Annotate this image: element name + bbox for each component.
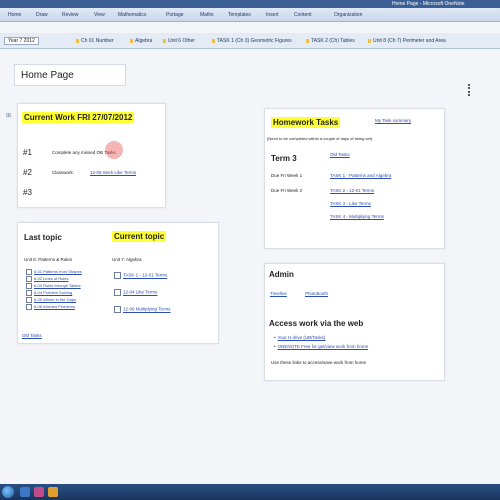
folder-icon[interactable] (48, 487, 58, 497)
old-tasks-link[interactable]: Old Tasks (330, 152, 350, 157)
tab-other[interactable]: Unit 6 Other (163, 37, 195, 45)
current-work-container[interactable]: Current Work FRI 27/07/2012 #1 Complete … (17, 103, 166, 208)
section-tabs-bar: Year 7 2012 Ch 01 Number Algebra Unit 6 … (0, 33, 500, 49)
last-topic-link[interactable]: 6-02 Lines of Rules (26, 276, 68, 282)
homework-task-link[interactable]: TASK 2 - 12-01 Terms (330, 188, 374, 193)
menu-item-mathematics[interactable]: Mathematics (118, 12, 146, 18)
last-topic-heading: Last topic (24, 233, 62, 242)
timeline-link[interactable]: Timeline (270, 291, 287, 296)
last-topic-link[interactable]: 6-05 Whole in the Gaps (26, 297, 76, 303)
due-label: Due Fri Week 2 (271, 188, 303, 193)
menu-item-review[interactable]: Review (62, 12, 78, 18)
tab-tables[interactable]: TASK 2 (Ch) Tables (306, 37, 355, 45)
more-options-icon[interactable] (468, 84, 470, 96)
menu-item-draw[interactable]: Draw (36, 12, 48, 18)
pointer-highlight (105, 141, 123, 159)
current-topic-heading: Current topic (112, 231, 167, 242)
notebook-selector[interactable]: Year 7 2012 (4, 37, 39, 45)
access-bullet: Your H drive (UB/Tasks) (274, 335, 326, 340)
topics-container[interactable]: Last topic Current topic Unit 6: Pattern… (17, 222, 219, 344)
current-topic-link[interactable]: TASK 1 - 12-01 Terms (114, 272, 167, 279)
homework-task-link[interactable]: TASK 1 - Patterns and Algebra (330, 173, 391, 178)
container-handle-icon[interactable]: ⊞ (6, 112, 11, 119)
due-label: Due Fri Week 1 (271, 173, 303, 178)
homework-note: (Need to be completed within a couple of… (267, 136, 373, 141)
old-tasks-link[interactable]: Old Tasks (22, 333, 42, 338)
onenote-web-link[interactable]: ONENOTE Free for get/view work from home (278, 344, 369, 349)
homework-container[interactable]: Homework Tasks My Task summary (Need to … (264, 108, 445, 249)
row-number: #2 (23, 168, 32, 177)
homework-task-link[interactable]: TASK 3 - Like Terms (330, 201, 371, 206)
menu-item-content[interactable]: Content (294, 12, 312, 18)
current-unit-label: Unit 7: Algebra (112, 257, 142, 262)
photobooth-link[interactable]: Photobooth (305, 291, 328, 296)
last-topic-link[interactable]: 6-03 Rules through Tables (26, 283, 81, 289)
access-note: Use these links to access/save work from… (271, 360, 367, 365)
menu-item-portage[interactable]: Portage (166, 12, 184, 18)
last-topic-link[interactable]: 6-04 Problem Solving (26, 290, 72, 296)
last-topic-link[interactable]: 6-01 Patterns from Shapes (26, 269, 82, 275)
menu-item-organization[interactable]: Organization (334, 12, 362, 18)
row-text: Classwork: (52, 170, 75, 175)
row-number: #3 (23, 188, 32, 197)
tab-algebra[interactable]: Algebra (130, 37, 152, 45)
start-orb-icon[interactable] (2, 486, 14, 498)
menu-item-templates[interactable]: Templates (228, 12, 251, 18)
homework-task-link[interactable]: TASK 4 - Multiplying Terms (330, 214, 384, 219)
menu-item-home[interactable]: Home (8, 12, 21, 18)
window-title: Home Page - Microsoft OneNote (392, 1, 465, 7)
menu-item-view[interactable]: View (94, 12, 105, 18)
admin-heading: Admin (269, 270, 294, 279)
ie-icon[interactable] (20, 487, 30, 497)
h-drive-link[interactable]: Your H drive (UB/Tasks) (278, 335, 326, 340)
menu-item-maths[interactable]: Maths (200, 12, 214, 18)
menu-bar: Home Draw Review View Mathematics Portag… (0, 8, 500, 22)
tab-number[interactable]: Ch 01 Number (76, 37, 114, 45)
homework-title: Homework Tasks (271, 117, 341, 128)
tab-perimeter-area[interactable]: Unit 8 (Ch 7) Perimeter and Area (368, 37, 446, 45)
windows-taskbar (0, 484, 500, 500)
admin-container[interactable]: Admin Timeline Photobooth Access work vi… (264, 263, 445, 381)
term-heading: Term 3 (271, 154, 297, 163)
last-unit-label: Unit 6: Patterns & Rules (24, 257, 73, 262)
current-topic-link[interactable]: 12-06 Multiplying Terms (114, 306, 170, 313)
page-title[interactable]: Home Page (14, 64, 126, 86)
tab-geometric-figures[interactable]: TASK 1 (Ch 3) Geometric Figures (212, 37, 292, 45)
access-work-heading: Access work via the web (269, 319, 364, 328)
current-work-title: Current Work FRI 27/07/2012 (22, 112, 135, 123)
window-titlebar: Home Page - Microsoft OneNote (0, 0, 500, 8)
current-topic-link[interactable]: 12-04 Like Terms (114, 289, 157, 296)
onenote-icon[interactable] (34, 487, 44, 497)
row-number: #1 (23, 148, 32, 157)
last-topic-link[interactable]: 6-06 Worded Problems (26, 304, 75, 310)
task-summary-link[interactable]: My Task summary (375, 118, 411, 123)
classwork-link[interactable]: 12-05 Work Like Terms (90, 170, 136, 175)
menu-item-insert[interactable]: Insert (266, 12, 279, 18)
access-bullet: ONENOTE Free for get/view work from home (274, 344, 369, 349)
